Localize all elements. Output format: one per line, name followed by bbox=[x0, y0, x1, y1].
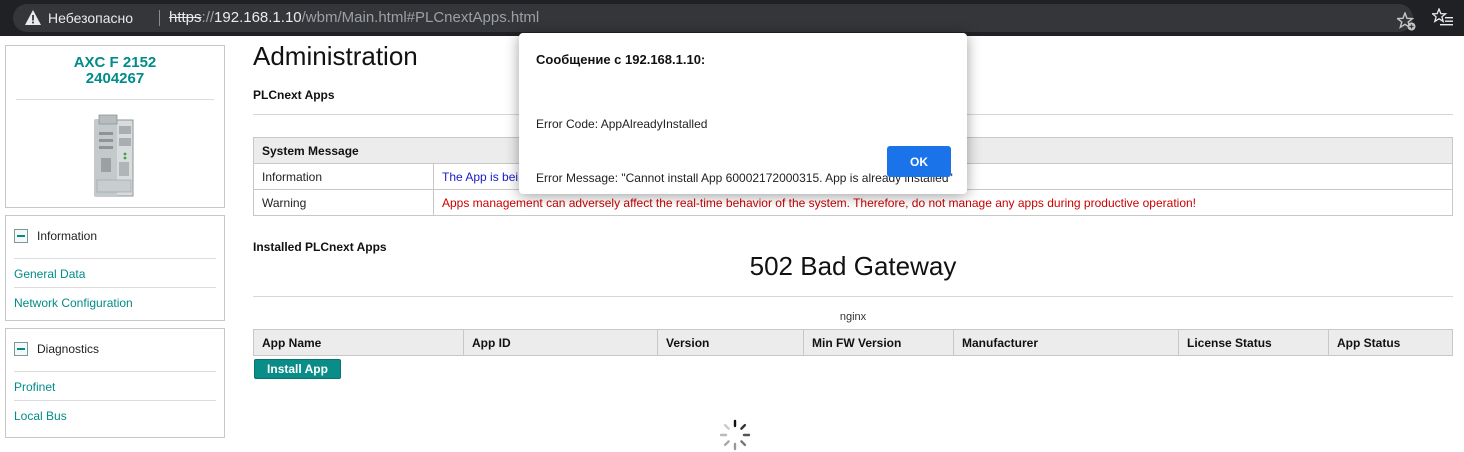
sidebar-item-profinet[interactable]: Profinet bbox=[14, 380, 55, 394]
device-model: AXC F 2152 bbox=[73, 54, 157, 71]
device-article-number: 2404267 bbox=[85, 70, 145, 87]
nav-divider bbox=[14, 400, 216, 401]
nav-divider bbox=[14, 258, 216, 259]
url-host: 192.168.1.10 bbox=[214, 9, 302, 26]
col-app-name[interactable]: App Name bbox=[253, 329, 464, 356]
url-separator: :// bbox=[201, 9, 215, 26]
url-path: /wbm/Main.html#PLCnextApps.html bbox=[301, 9, 540, 26]
sidebar-item-network-configuration[interactable]: Network Configuration bbox=[14, 296, 133, 310]
message-key: Warning bbox=[253, 189, 434, 216]
message-key: Information bbox=[253, 163, 434, 190]
alert-dialog: Сообщение с 192.168.1.10: Error Code: Ap… bbox=[519, 33, 967, 194]
dialog-error-code: Error Code: AppAlreadyInstalled bbox=[536, 117, 708, 131]
nav-divider bbox=[14, 371, 216, 372]
url-text[interactable]: https://192.168.1.10/wbm/Main.html#PLCne… bbox=[169, 9, 539, 27]
bad-gateway-heading: 502 Bad Gateway bbox=[749, 251, 957, 281]
nav-divider bbox=[14, 287, 216, 288]
gateway-divider bbox=[253, 296, 1453, 297]
omnibox-separator bbox=[159, 10, 160, 26]
url-scheme: https bbox=[169, 9, 202, 26]
collapse-minus-icon[interactable] bbox=[14, 229, 28, 243]
device-info-box: AXC F 2152 2404267 bbox=[5, 45, 225, 208]
device-name: AXC F 2152 2404267 bbox=[6, 55, 224, 87]
installed-apps-table: App Name App ID Version Min FW Version M… bbox=[253, 329, 1453, 356]
omnibox[interactable]: Небезопасно https://192.168.1.10/wbm/Mai… bbox=[13, 4, 1416, 32]
sidebar-item-general-data[interactable]: General Data bbox=[14, 267, 85, 281]
col-manufacturer[interactable]: Manufacturer bbox=[953, 329, 1179, 356]
warning-triangle-icon[interactable] bbox=[25, 10, 41, 25]
collapse-minus-icon[interactable] bbox=[14, 342, 28, 356]
nav-group-title: Information bbox=[37, 229, 98, 243]
col-app-status[interactable]: App Status bbox=[1328, 329, 1453, 356]
page-title: Administration bbox=[253, 41, 418, 71]
bookmark-star-icon[interactable] bbox=[1397, 12, 1417, 32]
col-min-fw-version[interactable]: Min FW Version bbox=[803, 329, 954, 356]
install-app-button[interactable]: Install App bbox=[254, 359, 341, 379]
device-divider bbox=[16, 99, 214, 100]
ok-button[interactable]: OK bbox=[887, 146, 951, 177]
nginx-label: nginx bbox=[839, 311, 867, 323]
loading-spinner-icon bbox=[719, 419, 751, 451]
section-title: PLCnext Apps bbox=[253, 88, 335, 102]
security-label[interactable]: Небезопасно bbox=[48, 9, 133, 27]
nav-group-title: Diagnostics bbox=[37, 342, 100, 356]
favorites-list-icon[interactable] bbox=[1432, 8, 1454, 28]
nav-group-information: Information General Data Network Configu… bbox=[5, 215, 225, 321]
col-app-id[interactable]: App ID bbox=[463, 329, 658, 356]
sidebar-item-local-bus[interactable]: Local Bus bbox=[14, 409, 67, 423]
col-version[interactable]: Version bbox=[657, 329, 804, 356]
browser-address-bar: Небезопасно https://192.168.1.10/wbm/Mai… bbox=[0, 0, 1464, 36]
table-header-row: App Name App ID Version Min FW Version M… bbox=[253, 329, 1453, 356]
nav-group-diagnostics: Diagnostics Profinet Local Bus bbox=[5, 328, 225, 438]
dialog-title: Сообщение с 192.168.1.10: bbox=[536, 52, 706, 67]
col-license-status[interactable]: License Status bbox=[1178, 329, 1329, 356]
controller-device-image bbox=[94, 114, 134, 197]
